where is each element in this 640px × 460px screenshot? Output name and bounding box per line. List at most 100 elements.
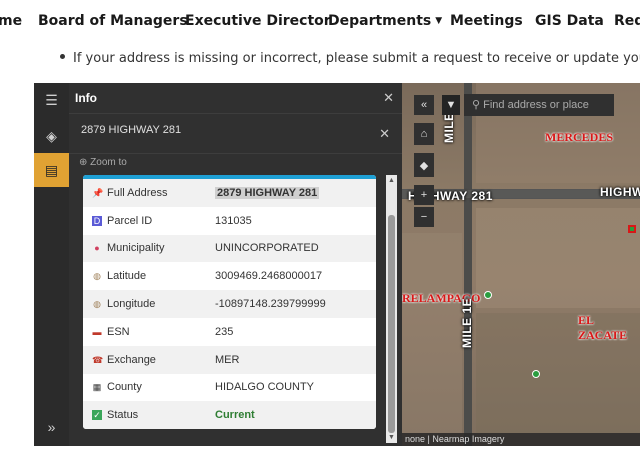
zoom-in-button[interactable]: +	[414, 185, 434, 205]
field-value: MER	[215, 353, 240, 366]
layers-button[interactable]: ◈	[34, 119, 69, 153]
globe-icon: ◍	[93, 299, 101, 310]
nav-item-request[interactable]: Req	[614, 13, 640, 29]
close-icon[interactable]: ✕	[383, 90, 394, 106]
field-label: Municipality	[107, 242, 165, 255]
table-row: ✓ Status Current	[83, 401, 376, 429]
field-value: 2879 HIGHWAY 281	[215, 186, 320, 199]
field-parcel	[476, 208, 640, 308]
field-value: 235	[215, 325, 234, 338]
bullet-icon	[60, 54, 65, 59]
field-value: 3009469.2468000017	[215, 270, 323, 283]
field-label: Parcel ID	[107, 214, 153, 227]
minus-icon: −	[420, 211, 428, 223]
check-icon: ✓	[92, 410, 102, 421]
search-input[interactable]: ⚲ Find address or place	[464, 94, 614, 116]
compass-button[interactable]: ◆	[414, 153, 434, 177]
map-view[interactable]: MERCEDES RELAMPAGO EL ZACATE HIGHWAY 281…	[402, 83, 640, 446]
nav-item-home[interactable]: me	[0, 13, 22, 29]
close-feature-icon[interactable]: ✕	[379, 126, 390, 142]
info-card-icon: ▤	[44, 161, 59, 178]
zoom-out-button[interactable]: −	[414, 207, 434, 227]
selected-feature-marker[interactable]	[628, 225, 636, 233]
field-label: Status	[107, 409, 139, 422]
table-row: ▦ County HIDALGO COUNTY	[83, 374, 376, 402]
globe-icon: ◍	[93, 271, 101, 282]
field-label: Latitude	[107, 270, 147, 283]
attribute-table: 📌 Full Address 2879 HIGHWAY 281 D Parcel…	[83, 175, 376, 429]
nav-item-executive-director[interactable]: Executive Director	[185, 13, 331, 29]
double-chevron-right-icon: »	[47, 419, 56, 435]
field-value: UNINCORPORATED	[215, 242, 319, 255]
scroll-down-icon[interactable]: ▼	[387, 434, 396, 441]
status-value: Current	[215, 409, 255, 422]
home-button[interactable]: ⌂	[414, 123, 434, 145]
search-icon: ⚲	[472, 99, 481, 111]
road-label-mile-bottom: MILE 1E	[460, 297, 474, 348]
caret-down-icon: ▼	[445, 99, 457, 111]
field-label: County	[107, 381, 142, 394]
building-icon: ▦	[92, 382, 102, 393]
field-label: Full Address	[107, 186, 168, 199]
left-rail: ☰ ◈ ▤ »	[34, 83, 69, 446]
id-icon: D	[92, 215, 102, 226]
scrollbar-thumb[interactable]	[388, 215, 395, 433]
table-row: 📌 Full Address 2879 HIGHWAY 281	[83, 179, 376, 207]
nav-item-gis-data[interactable]: GIS Data	[535, 13, 604, 29]
map-label-mercedes: MERCEDES	[545, 130, 614, 144]
info-panel-header: Info ✕	[69, 83, 402, 113]
nav-item-board-of-managers[interactable]: Board of Managers	[38, 13, 188, 29]
feature-title: 2879 HIGHWAY 281	[81, 124, 182, 136]
address-notice: If your address is missing or incorrect,…	[60, 51, 640, 66]
map-application: ☰ ◈ ▤ » Info ✕ 2879 HIGHWAY 281 ✕ ⊕ Zoom…	[34, 83, 640, 446]
top-navigation: me Board of Managers Executive Director …	[0, 0, 640, 44]
zoom-to-label: Zoom to	[90, 157, 127, 168]
info-panel-title: Info	[75, 91, 97, 105]
table-row: ● Municipality UNINCORPORATED	[83, 234, 376, 263]
layers-icon: ◈	[46, 127, 57, 144]
double-chevron-left-icon: «	[420, 99, 428, 111]
field-value: HIDALGO COUNTY	[215, 381, 315, 394]
zoom-to-icon: ⊕	[79, 157, 88, 168]
map-attribution: none | Nearmap Imagery	[402, 433, 640, 446]
compass-icon: ◆	[419, 159, 429, 172]
search-placeholder: Find address or place	[483, 99, 589, 111]
table-row: ◍ Longitude -10897148.239799999	[83, 290, 376, 318]
expand-button[interactable]: »	[34, 410, 69, 444]
notice-text: If your address is missing or incorrect,…	[73, 51, 640, 66]
field-label: ESN	[107, 325, 130, 338]
scrollbar[interactable]: ▲ ▼	[386, 175, 397, 443]
nav-item-departments[interactable]: Departments ▼	[328, 13, 442, 29]
table-row: ◍ Latitude 3009469.2468000017	[83, 262, 376, 290]
legend-button[interactable]: ☰	[34, 83, 69, 117]
phone-icon: ☎	[92, 354, 104, 365]
table-row: ☎ Exchange MER	[83, 345, 376, 374]
field-label: Longitude	[107, 298, 156, 311]
location-icon: ●	[94, 243, 100, 254]
table-row: D Parcel ID 131035	[83, 207, 376, 235]
list-icon: ☰	[45, 91, 58, 108]
nav-item-meetings[interactable]: Meetings	[450, 13, 523, 29]
pin-icon: 📌	[92, 187, 104, 198]
plus-icon: +	[420, 189, 428, 201]
map-label-el-zacate: EL ZACATE	[578, 313, 628, 342]
map-marker[interactable]	[484, 291, 492, 299]
info-button[interactable]: ▤	[34, 153, 69, 187]
collapse-button[interactable]: «	[414, 95, 434, 115]
field-label: Exchange	[107, 353, 156, 366]
field-value: -10897148.239799999	[215, 298, 326, 311]
chevron-down-icon: ▼	[435, 16, 443, 26]
zoom-to-button[interactable]: ⊕ Zoom to	[69, 153, 402, 175]
field-parcel	[402, 233, 462, 433]
map-marker[interactable]	[532, 370, 540, 378]
field-value: 131035	[215, 214, 252, 227]
nav-departments-label: Departments	[328, 13, 432, 29]
road-label-highway-right: HIGHWAY	[600, 185, 640, 199]
table-row: ▬ ESN 235	[83, 318, 376, 346]
vehicle-icon: ▬	[92, 326, 102, 337]
search-dropdown-button[interactable]: ▼	[442, 95, 460, 115]
mile-road	[464, 83, 472, 446]
feature-header: 2879 HIGHWAY 281 ✕	[69, 113, 402, 153]
scroll-up-icon[interactable]: ▲	[387, 177, 396, 184]
home-icon: ⌂	[420, 128, 428, 140]
